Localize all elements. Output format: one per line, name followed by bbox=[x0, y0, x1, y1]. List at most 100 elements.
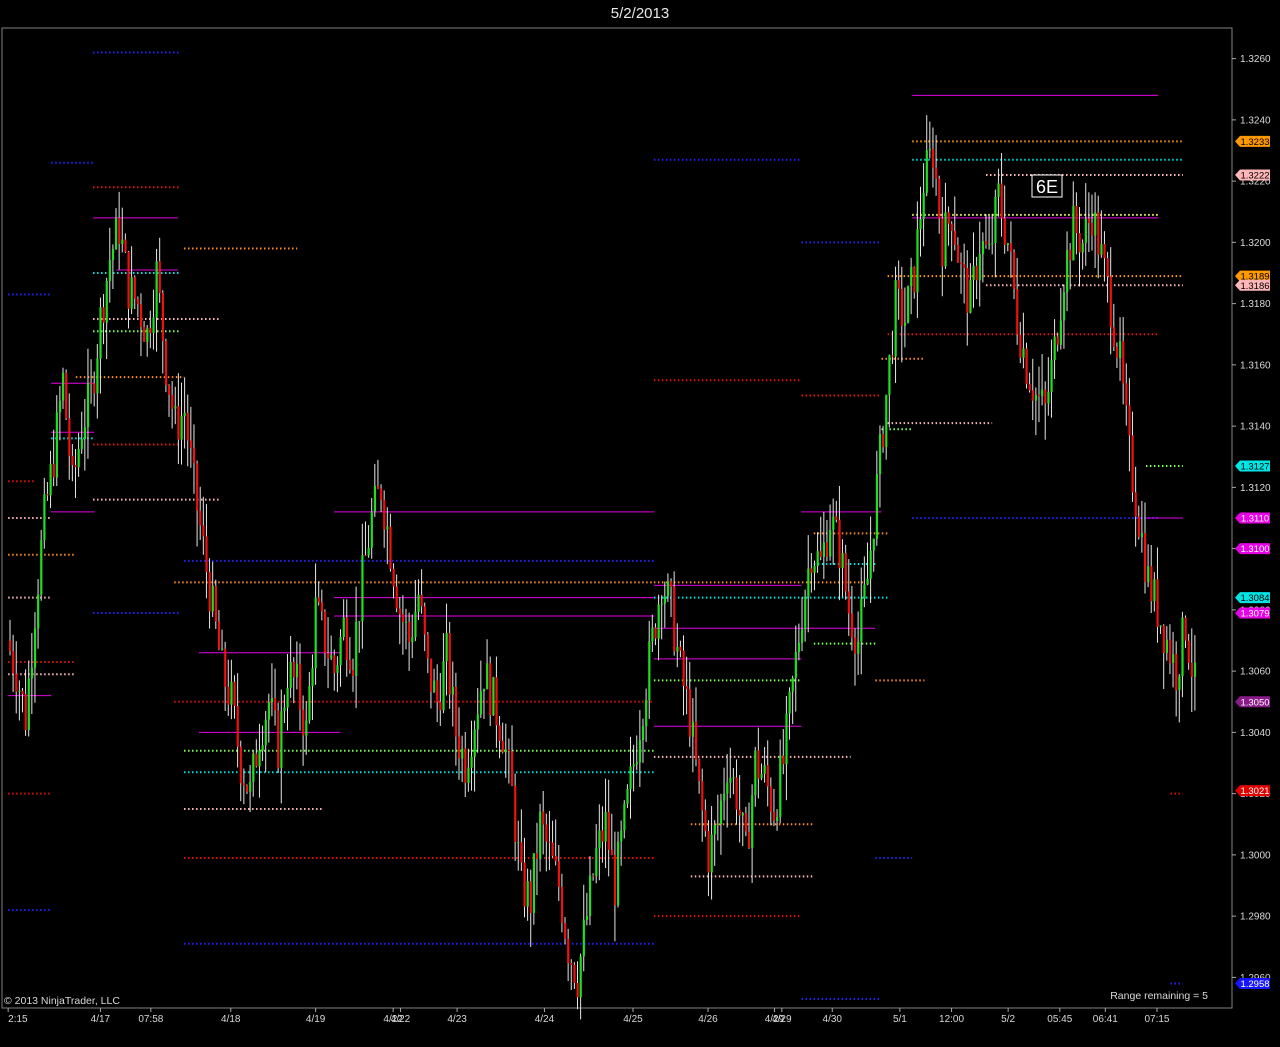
candle-body bbox=[956, 244, 960, 263]
candle-body bbox=[1090, 222, 1094, 236]
price-tag-label: 1.3021 bbox=[1240, 786, 1269, 797]
candle-body bbox=[557, 861, 560, 888]
candle-body bbox=[408, 621, 411, 643]
candle-body bbox=[423, 606, 426, 635]
candle-body bbox=[77, 448, 80, 468]
candle-body bbox=[149, 328, 152, 333]
candle-body bbox=[841, 553, 844, 569]
candle-body bbox=[1172, 654, 1175, 664]
candle-body bbox=[607, 811, 610, 850]
candle-body bbox=[183, 412, 186, 416]
candle-body bbox=[1084, 218, 1087, 244]
candle-body bbox=[21, 690, 24, 695]
candle-body bbox=[588, 875, 592, 917]
candle-body bbox=[641, 726, 645, 741]
x-tick-label: 2:15 bbox=[8, 1014, 28, 1025]
candle-body bbox=[670, 581, 673, 587]
candle-body bbox=[844, 553, 847, 592]
candle-body bbox=[1115, 346, 1119, 359]
candle-body bbox=[729, 777, 732, 783]
y-tick-label: 1.3040 bbox=[1240, 728, 1271, 739]
candle-body bbox=[507, 749, 511, 752]
candle-body bbox=[916, 229, 919, 293]
candle-body bbox=[910, 266, 913, 287]
candle-body bbox=[719, 800, 723, 825]
candle-body bbox=[969, 280, 972, 313]
candle-body bbox=[997, 183, 1000, 197]
candle-body bbox=[15, 673, 18, 692]
candle-body bbox=[255, 753, 258, 767]
candle-body bbox=[832, 516, 835, 530]
candle-body bbox=[355, 621, 358, 676]
x-tick-label: 5/2 bbox=[1001, 1014, 1015, 1025]
candle-body bbox=[464, 748, 467, 784]
candle-body bbox=[164, 341, 168, 386]
price-chart[interactable]: 1.32601.32401.32201.32001.31801.31601.31… bbox=[0, 0, 1280, 1047]
x-tick-label: 4/23 bbox=[447, 1014, 467, 1025]
candle-body bbox=[944, 212, 947, 267]
candle-body bbox=[1103, 244, 1106, 259]
candle-body bbox=[654, 627, 657, 639]
candle-body bbox=[342, 617, 345, 638]
candle-body bbox=[713, 825, 716, 835]
candle-body bbox=[473, 729, 476, 757]
candle-body bbox=[211, 585, 214, 612]
candle-body bbox=[348, 659, 352, 670]
candle-body bbox=[330, 655, 333, 659]
candle-body bbox=[283, 707, 286, 712]
candle-body bbox=[635, 762, 638, 765]
candle-body bbox=[620, 830, 623, 842]
candle-body bbox=[972, 265, 975, 281]
candle-body bbox=[351, 669, 355, 676]
candle-body bbox=[897, 280, 900, 289]
candle-body bbox=[245, 785, 249, 792]
candle-body bbox=[458, 736, 461, 759]
candle-body bbox=[900, 288, 903, 326]
candle-body bbox=[891, 355, 894, 357]
candle-body bbox=[526, 881, 529, 907]
candle-body bbox=[567, 938, 570, 964]
candle-body bbox=[691, 721, 695, 737]
candle-body bbox=[576, 983, 579, 998]
y-tick-label: 1.3180 bbox=[1240, 299, 1271, 310]
candle-body bbox=[161, 292, 164, 342]
candle-body bbox=[448, 632, 451, 695]
candle-body bbox=[1175, 654, 1178, 691]
price-tag-label: 1.2958 bbox=[1240, 979, 1269, 990]
x-tick-label: 4/29 bbox=[772, 1014, 792, 1025]
candle-body bbox=[1178, 676, 1181, 691]
candle-body bbox=[825, 542, 829, 557]
candle-body bbox=[49, 463, 52, 496]
candle-body bbox=[482, 689, 486, 692]
candle-body bbox=[199, 510, 202, 526]
candle-body bbox=[772, 811, 776, 821]
candle-body bbox=[1168, 639, 1172, 664]
candle-body bbox=[694, 721, 698, 760]
candle-body bbox=[317, 597, 320, 603]
price-tags: 1.32331.32221.31891.31861.31271.31101.31… bbox=[1235, 135, 1270, 990]
candle-body bbox=[816, 551, 819, 566]
candle-body bbox=[186, 412, 189, 441]
candle-body bbox=[545, 824, 548, 842]
candle-body bbox=[124, 239, 127, 252]
candle-body bbox=[751, 795, 754, 849]
x-tick-label: 4/24 bbox=[535, 1014, 555, 1025]
candle-body bbox=[30, 667, 34, 679]
candle-body bbox=[386, 526, 389, 530]
candle-body bbox=[1165, 639, 1169, 653]
candle-body bbox=[882, 434, 885, 448]
candle-body bbox=[888, 355, 891, 396]
candle-body bbox=[657, 604, 660, 639]
candle-body bbox=[74, 465, 77, 468]
x-tick-label: 4/30 bbox=[823, 1014, 843, 1025]
candle-body bbox=[339, 637, 342, 666]
candle-body bbox=[230, 681, 233, 705]
candle-body bbox=[239, 746, 242, 784]
candle-body bbox=[333, 655, 336, 673]
candle-body bbox=[1125, 383, 1128, 406]
candle-body bbox=[732, 777, 735, 779]
candle-body bbox=[779, 755, 782, 817]
candle-body bbox=[108, 259, 111, 281]
candle-body bbox=[96, 358, 99, 394]
price-tag-label: 1.3079 bbox=[1240, 608, 1269, 619]
